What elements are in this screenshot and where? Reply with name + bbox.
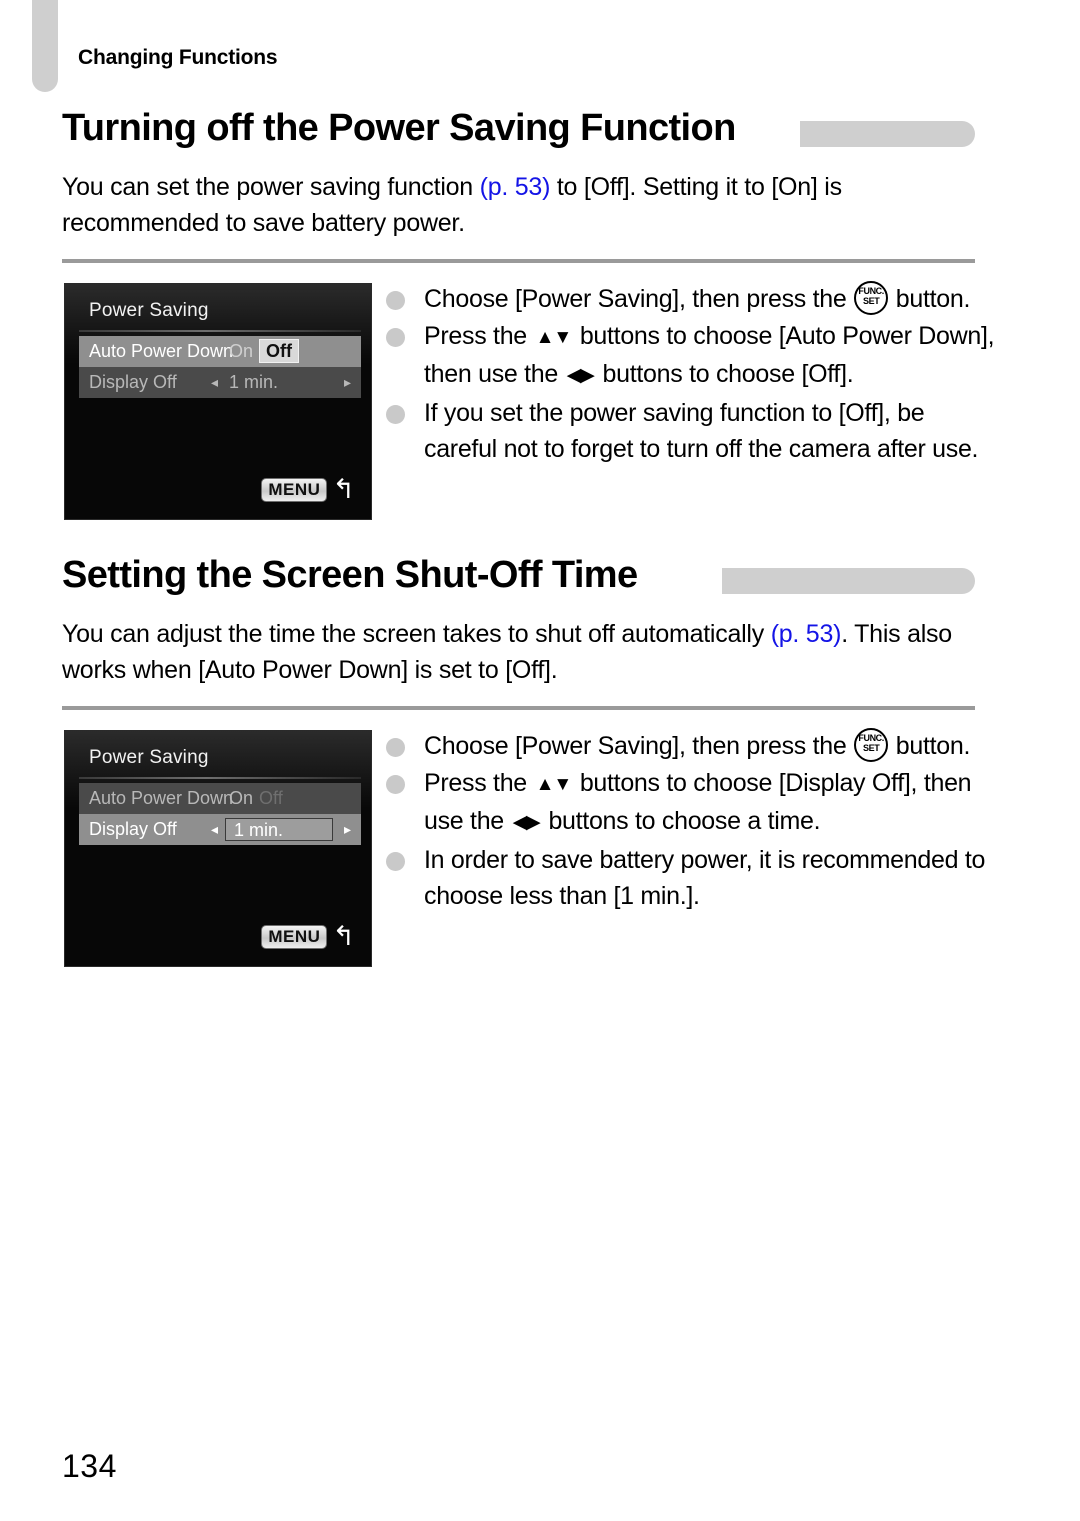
back-arrow-icon: ↰ <box>332 474 355 504</box>
back-arrow-icon: ↰ <box>332 921 355 951</box>
instruction-text: Choose [Power Saving], then press the <box>424 732 854 760</box>
menu-row-label: Display Off <box>89 819 177 839</box>
menu-row-label: Auto Power Down <box>89 341 234 361</box>
menu-row-options: On Off <box>229 783 289 814</box>
screen-menu-rows: Auto Power Down On Off Display Off ◂ 1 mi… <box>79 336 361 398</box>
instruction-text: In order to save battery power, it is re… <box>424 846 986 910</box>
bullet-icon <box>386 405 405 424</box>
menu-row-options: On Off <box>229 336 305 367</box>
screen-menu-hint: MENU ↰ <box>261 476 355 503</box>
instruction-text: Choose [Power Saving], then press the <box>424 285 854 313</box>
heading-accent-bar <box>722 568 975 594</box>
bullet-icon <box>386 738 405 757</box>
func-set-icon: FUNC. SET <box>854 728 889 762</box>
section-intro-text: You can set the power saving function (p… <box>62 169 980 241</box>
page-title: Turning off the Power Saving Function <box>62 107 736 149</box>
intro-text-before: You can set the power saving function <box>62 173 480 201</box>
func-set-icon-bottom: SET <box>862 743 880 753</box>
instruction-text: If you set the power saving function to … <box>424 399 979 463</box>
left-arrow-icon[interactable]: ◂ <box>211 367 218 398</box>
step-block: Power Saving Auto Power Down On Off Displ… <box>64 281 1004 523</box>
list-item: In order to save battery power, it is re… <box>384 842 1002 914</box>
section-divider <box>62 706 975 710</box>
screen-menu-rows: Auto Power Down On Off Display Off ◂ 1 mi… <box>79 783 361 845</box>
section-heading-row: Turning off the Power Saving Function <box>62 105 975 157</box>
menu-button-badge[interactable]: MENU <box>261 477 328 502</box>
bullet-icon <box>386 852 405 871</box>
up-down-arrows-icon: ▲▼ <box>535 774 573 795</box>
screen-menu-hint: MENU ↰ <box>261 923 355 950</box>
page-reference-link[interactable]: (p. 53) <box>480 173 551 201</box>
camera-screen-image: Power Saving Auto Power Down On Off Displ… <box>64 730 372 967</box>
running-head: Changing Functions <box>78 46 278 69</box>
left-right-arrows-icon: ◀▶ <box>566 365 595 386</box>
instruction-list: Choose [Power Saving], then press the FU… <box>384 281 1002 468</box>
step-block: Power Saving Auto Power Down On Off Displ… <box>64 728 1004 970</box>
list-item: Press the ▲▼ buttons to choose [Display … <box>384 765 1002 841</box>
instruction-text: Press the <box>424 322 534 350</box>
menu-row-display-off[interactable]: Display Off ◂ 1 min. ▸ <box>79 367 361 398</box>
page-title: Setting the Screen Shut-Off Time <box>62 554 638 596</box>
right-arrow-icon[interactable]: ▸ <box>344 814 351 845</box>
screen-menu-title: Power Saving <box>89 747 209 768</box>
menu-row-value: 1 min. <box>229 372 279 392</box>
instruction-text: button. <box>889 732 971 760</box>
screen-title-rule <box>79 330 361 332</box>
left-right-arrows-icon: ◀▶ <box>512 812 541 833</box>
chapter-edge-tab <box>32 0 58 92</box>
bullet-icon <box>386 328 405 347</box>
section-screen-shut-off-time: Setting the Screen Shut-Off Time You can… <box>0 552 1080 970</box>
menu-row-label: Auto Power Down <box>89 788 234 808</box>
func-set-icon-top: FUNC. <box>858 733 884 743</box>
page-number: 134 <box>62 1448 117 1484</box>
list-item: Choose [Power Saving], then press the FU… <box>384 728 1002 764</box>
menu-row-auto-power-down[interactable]: Auto Power Down On Off <box>79 336 361 367</box>
section-turning-off-power-saving: Turning off the Power Saving Function Yo… <box>0 105 1080 523</box>
right-arrow-icon[interactable]: ▸ <box>344 367 351 398</box>
screen-title-rule <box>79 777 361 779</box>
option-on[interactable]: On <box>229 341 253 361</box>
instruction-text: Press the <box>424 769 534 797</box>
page-reference-link[interactable]: (p. 53) <box>771 620 842 648</box>
up-down-arrows-icon: ▲▼ <box>535 327 573 348</box>
section-divider <box>62 259 975 263</box>
option-off-selected[interactable]: Off <box>259 339 300 363</box>
instruction-text: button. <box>889 285 971 313</box>
option-off[interactable]: Off <box>259 788 283 808</box>
left-arrow-icon[interactable]: ◂ <box>211 814 218 845</box>
menu-row-auto-power-down[interactable]: Auto Power Down On Off <box>79 783 361 814</box>
intro-text-before: You can adjust the time the screen takes… <box>62 620 771 648</box>
instruction-text: buttons to choose a time. <box>541 807 821 835</box>
bullet-icon <box>386 291 405 310</box>
func-set-icon: FUNC. SET <box>854 281 889 315</box>
instruction-list: Choose [Power Saving], then press the FU… <box>384 728 1002 915</box>
section-heading-row: Setting the Screen Shut-Off Time <box>62 552 975 604</box>
instruction-text: buttons to choose [Off]. <box>595 360 854 388</box>
list-item: Choose [Power Saving], then press the FU… <box>384 281 1002 317</box>
list-item: Press the ▲▼ buttons to choose [Auto Pow… <box>384 318 1002 394</box>
menu-button-badge[interactable]: MENU <box>261 924 328 949</box>
camera-screen-image: Power Saving Auto Power Down On Off Displ… <box>64 283 372 520</box>
heading-accent-bar <box>800 121 975 147</box>
list-item: If you set the power saving function to … <box>384 395 1002 467</box>
func-set-icon-top: FUNC. <box>858 286 884 296</box>
func-set-icon-bottom: SET <box>862 296 880 306</box>
menu-row-label: Display Off <box>89 372 177 392</box>
bullet-icon <box>386 775 405 794</box>
menu-row-value-selected[interactable]: 1 min. <box>225 818 333 841</box>
option-on[interactable]: On <box>229 788 253 808</box>
section-intro-text: You can adjust the time the screen takes… <box>62 616 980 688</box>
screen-menu-title: Power Saving <box>89 300 209 321</box>
menu-row-display-off[interactable]: Display Off ◂ 1 min. ▸ <box>79 814 361 845</box>
